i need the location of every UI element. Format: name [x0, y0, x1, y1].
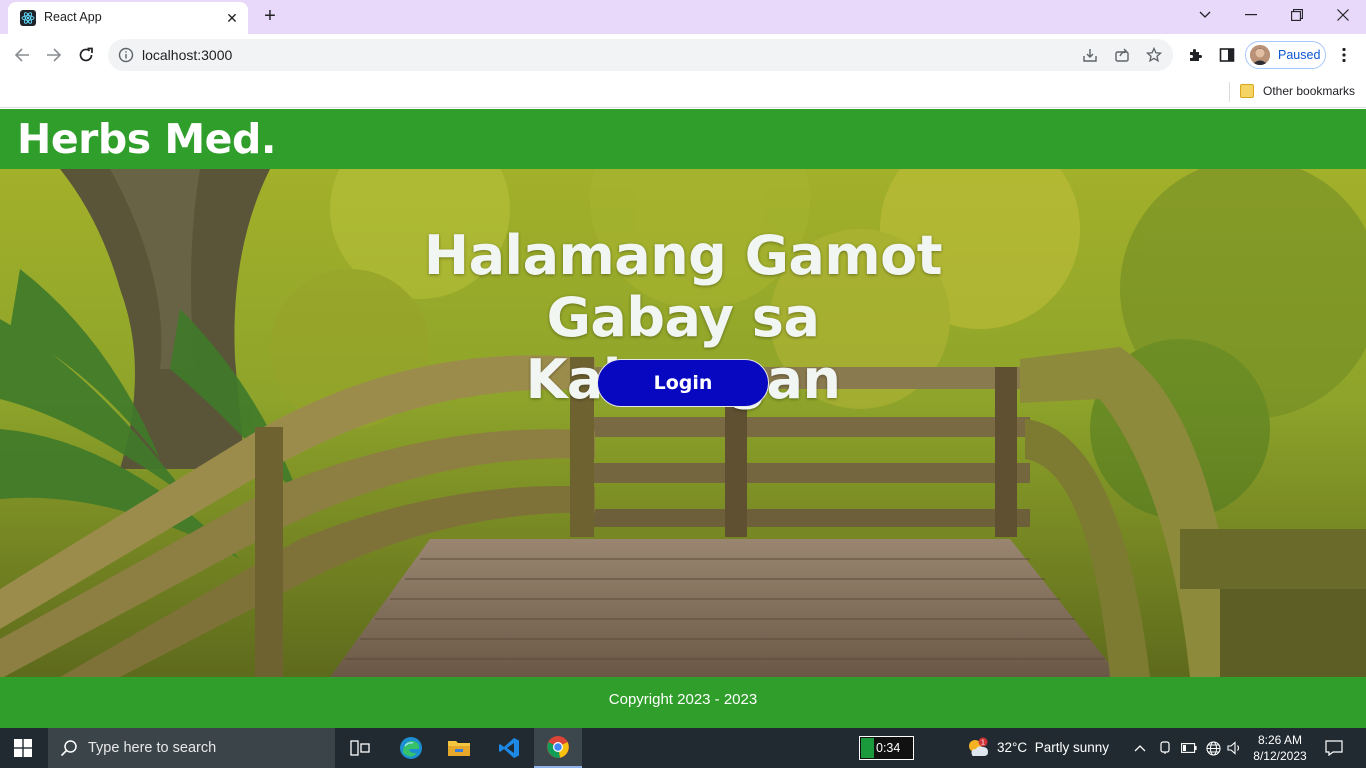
battery-status-widget[interactable]: 0:34: [859, 736, 914, 760]
profile-status: Paused: [1278, 48, 1321, 62]
menu-kebab-icon[interactable]: [1334, 45, 1354, 65]
profile-button[interactable]: Paused: [1245, 41, 1326, 69]
other-bookmarks-link[interactable]: Other bookmarks: [1263, 84, 1355, 98]
back-icon[interactable]: [9, 42, 35, 68]
forward-icon[interactable]: [41, 42, 67, 68]
brand-logo-text[interactable]: Herbs Med.: [17, 115, 276, 163]
weather-temperature: 32°C: [997, 740, 1028, 755]
bookmarks-bar: Other bookmarks: [0, 76, 1366, 108]
battery-level-fill: [861, 738, 874, 758]
extensions-icon[interactable]: [1185, 45, 1205, 65]
battery-text: 0:34: [876, 741, 901, 755]
tab-search-chevron-icon[interactable]: [1182, 0, 1228, 30]
weather-description: Partly sunny: [1034, 740, 1109, 755]
close-window-icon[interactable]: [1320, 0, 1366, 30]
network-globe-icon[interactable]: [1205, 740, 1221, 756]
page-viewport: Herbs Med. Halamang Gamot Gabay sa Login…: [0, 109, 1366, 728]
clock-date: 8/12/2023: [1253, 749, 1307, 763]
search-icon: [60, 739, 78, 762]
clock-time: 8:26 AM: [1257, 733, 1303, 747]
avatar: [1250, 45, 1270, 65]
address-bar[interactable]: localhost:3000: [108, 39, 1173, 71]
bookmarks-divider: [1229, 82, 1230, 102]
url-text[interactable]: localhost:3000: [142, 47, 232, 63]
search-placeholder: Type here to search: [88, 740, 217, 756]
react-favicon-icon: [20, 10, 36, 26]
headline-line-1: Halamang Gamot: [423, 224, 943, 287]
task-view-icon[interactable]: [336, 728, 384, 768]
minimize-icon[interactable]: [1228, 0, 1274, 30]
windows-start-icon[interactable]: [14, 739, 32, 762]
tab-title: React App: [44, 10, 102, 24]
copyright-text: Copyright 2023 - 2023: [608, 691, 758, 708]
weather-text[interactable]: 32°C Partly sunny: [997, 740, 1109, 755]
battery-icon[interactable]: [1181, 740, 1197, 756]
clock[interactable]: 8:26 AM 8/12/2023: [1244, 732, 1316, 764]
site-footer: Copyright 2023 - 2023: [0, 677, 1366, 728]
tab-react-app[interactable]: React App ✕: [8, 2, 248, 34]
bookmark-star-icon[interactable]: [1145, 46, 1163, 64]
notifications-icon[interactable]: [1325, 739, 1343, 757]
windows-taskbar: Type here to search 0:34 1 32°C Partly s…: [0, 728, 1366, 768]
file-explorer-icon[interactable]: [435, 728, 483, 768]
volume-icon[interactable]: [1227, 740, 1243, 756]
tab-close-icon[interactable]: ✕: [222, 8, 242, 28]
tab-strip: React App ✕ +: [0, 0, 1366, 34]
install-app-icon[interactable]: [1081, 46, 1099, 64]
folder-icon[interactable]: [1240, 84, 1254, 98]
restore-icon[interactable]: [1274, 0, 1320, 30]
side-panel-icon[interactable]: [1217, 45, 1237, 65]
reload-icon[interactable]: [73, 42, 99, 68]
edge-icon[interactable]: [387, 728, 435, 768]
site-navbar: Herbs Med.: [0, 109, 1366, 169]
browser-toolbar: localhost:3000 Paused: [0, 34, 1366, 76]
new-tab-icon[interactable]: +: [258, 5, 282, 29]
vscode-icon[interactable]: [485, 728, 533, 768]
hero-section: Halamang Gamot Gabay sa Kalusugan Login: [0, 169, 1366, 677]
login-button[interactable]: Login: [597, 359, 769, 407]
weather-partly-sunny-icon[interactable]: 1: [966, 737, 988, 759]
chrome-icon[interactable]: [534, 728, 582, 768]
site-info-icon[interactable]: [118, 47, 134, 68]
chevron-up-icon[interactable]: [1132, 740, 1148, 756]
meet-now-icon[interactable]: [1157, 740, 1173, 756]
share-icon[interactable]: [1113, 46, 1131, 64]
weather-alert-badge: 1: [981, 740, 985, 747]
taskbar-search-box[interactable]: Type here to search: [48, 728, 335, 768]
